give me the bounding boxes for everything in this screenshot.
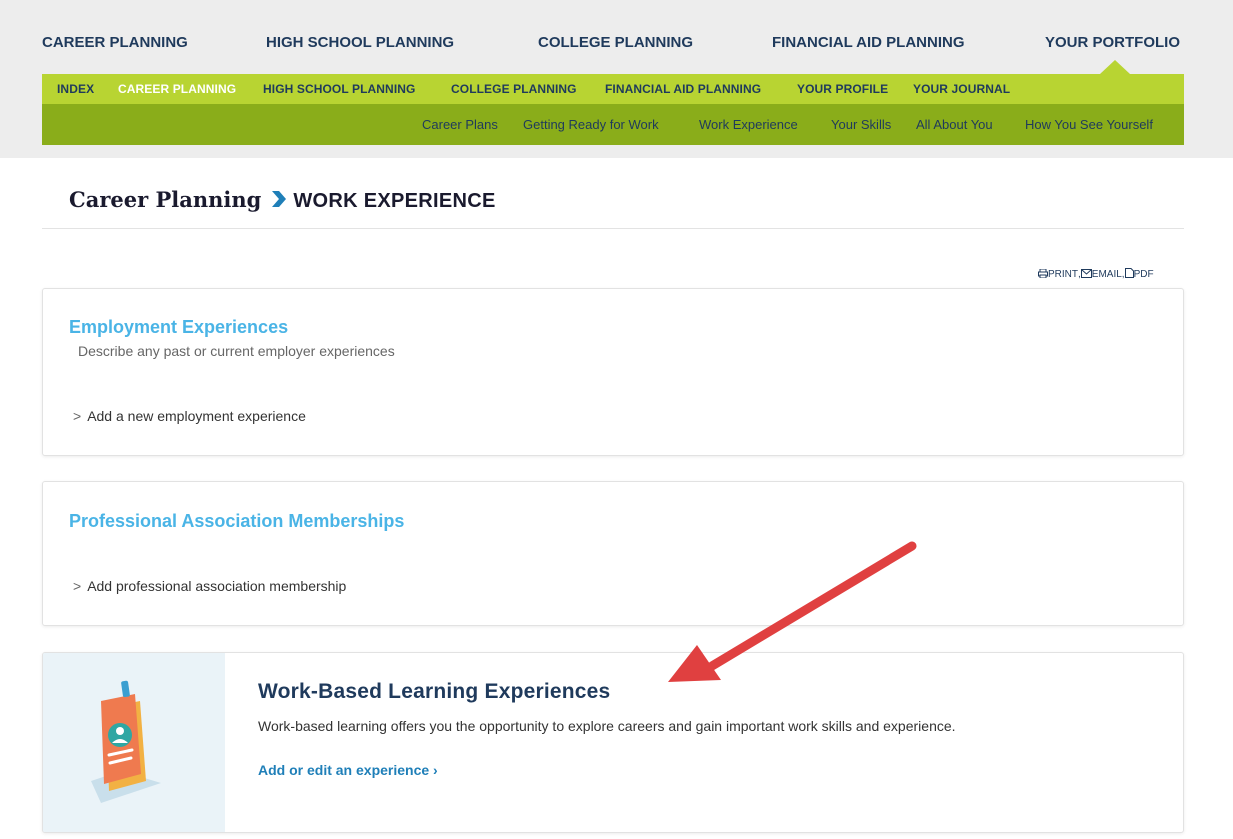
tert-nav-career-plans[interactable]: Career Plans [422,117,498,132]
page-title: WORK EXPERIENCE [293,190,496,212]
sub-nav-financial-aid-planning[interactable]: FINANCIAL AID PLANNING [605,82,761,96]
professional-associations-title: Professional Association Memberships [69,511,405,531]
sub-nav-college-planning[interactable]: COLLEGE PLANNING [451,82,577,96]
work-based-learning-title: Work-Based Learning Experiences [258,680,611,703]
tert-nav-all-about-you[interactable]: All About You [916,117,993,132]
sub-nav: INDEX CAREER PLANNING HIGH SCHOOL PLANNI… [42,74,1184,104]
add-employment-experience-label: Add a new employment experience [87,408,306,424]
tertiary-nav: Career Plans Getting Ready for Work Work… [42,104,1184,145]
email-link[interactable]: EMAIL [1080,269,1122,280]
tert-nav-work-experience[interactable]: Work Experience [699,117,798,132]
add-association-membership-link[interactable]: > Add professional association membership [73,578,346,594]
employment-experiences-description: Describe any past or current employer ex… [78,343,395,359]
id-badge-icon [91,680,161,803]
tert-nav-getting-ready-for-work[interactable]: Getting Ready for Work [523,117,659,132]
main-nav-high-school-planning[interactable]: HIGH SCHOOL PLANNING [266,34,454,51]
pdf-link[interactable]: PDF [1124,268,1154,280]
work-based-illustration [43,653,225,832]
breadcrumb: Career Planning WORK EXPERIENCE [69,187,496,217]
email-icon [1080,269,1092,278]
chevron-right-icon: > [73,578,82,594]
work-based-learning-description: Work-based learning offers you the oppor… [258,718,956,734]
add-employment-experience-link[interactable]: > Add a new employment experience [73,408,306,424]
email-label: EMAIL [1091,269,1122,280]
employment-experiences-title: Employment Experiences [69,317,289,337]
employment-experiences-card: Employment Experiences Describe any past… [42,288,1184,456]
sub-nav-high-school-planning[interactable]: HIGH SCHOOL PLANNING [263,82,415,96]
sub-nav-your-journal[interactable]: YOUR JOURNAL [913,82,1010,96]
work-based-learning-card: Work-Based Learning Experiences Work-bas… [42,652,1184,833]
divider [42,228,1184,229]
active-nav-caret [1100,60,1130,74]
print-icon [1038,268,1048,279]
professional-associations-card: Professional Association Memberships > Ad… [42,481,1184,626]
main-nav-your-portfolio[interactable]: YOUR PORTFOLIO [1045,34,1180,51]
sub-nav-career-planning[interactable]: CAREER PLANNING [118,82,236,96]
main-nav: CAREER PLANNING HIGH SCHOOL PLANNING COL… [42,34,1184,56]
print-label: PRINT [1048,269,1078,280]
chevron-right-icon [269,189,287,214]
breadcrumb-parent[interactable]: Career Planning [69,187,261,212]
pdf-label: PDF [1133,269,1154,280]
tert-nav-your-skills[interactable]: Your Skills [831,117,891,132]
sub-nav-your-profile[interactable]: YOUR PROFILE [797,82,888,96]
tert-nav-how-you-see-yourself[interactable]: How You See Yourself [1025,117,1153,132]
add-or-edit-experience-link[interactable]: Add or edit an experience › [258,762,438,778]
pdf-icon [1124,268,1134,278]
chevron-right-icon: > [73,408,82,424]
page-tools: PRINT, EMAIL, PDF [1038,268,1154,280]
main-nav-financial-aid-planning[interactable]: FINANCIAL AID PLANNING [772,34,965,51]
print-link[interactable]: PRINT [1038,268,1078,280]
add-association-membership-label: Add professional association membership [87,578,347,594]
main-nav-career-planning[interactable]: CAREER PLANNING [42,34,188,51]
main-nav-college-planning[interactable]: COLLEGE PLANNING [538,34,693,51]
sub-nav-index[interactable]: INDEX [57,82,94,96]
